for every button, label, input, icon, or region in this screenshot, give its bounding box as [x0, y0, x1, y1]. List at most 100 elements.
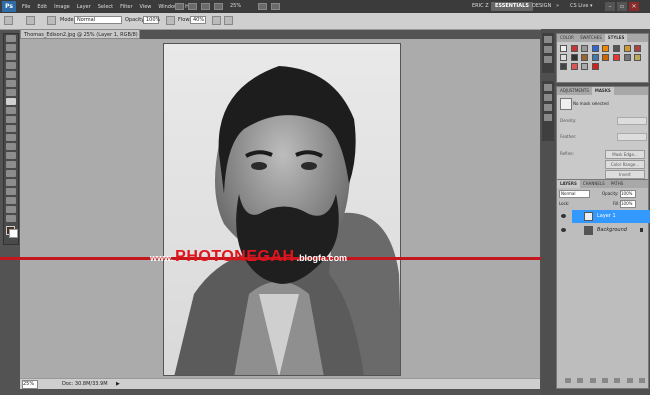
layer-row-selected[interactable]: Layer 1 — [561, 210, 650, 223]
tab-adjustments[interactable]: ADJUSTMENTS — [557, 87, 592, 95]
pressure-opacity-icon[interactable] — [166, 16, 175, 25]
navigator-icon[interactable] — [544, 114, 552, 121]
flow-input[interactable]: 40% — [190, 16, 206, 24]
tab-swatches[interactable]: SWATCHES — [577, 34, 605, 42]
lasso-tool-icon[interactable] — [6, 53, 16, 60]
feather-field[interactable] — [617, 133, 647, 141]
3d-rotate-tool-icon[interactable] — [6, 197, 16, 204]
layers-opacity-input[interactable]: 100% — [620, 190, 636, 198]
menu-file[interactable]: File — [22, 4, 30, 10]
style-swatch[interactable] — [570, 54, 578, 61]
layer-style-icon[interactable] — [577, 378, 584, 383]
style-swatch[interactable] — [570, 45, 578, 52]
style-swatch[interactable] — [591, 63, 599, 70]
brushes-icon[interactable] — [544, 56, 552, 63]
history-brush-tool-icon[interactable] — [6, 116, 16, 123]
style-swatch[interactable] — [612, 54, 620, 61]
document-image[interactable] — [163, 43, 401, 376]
add-mask-icon[interactable] — [589, 378, 596, 383]
dodge-tool-icon[interactable] — [6, 152, 16, 159]
style-swatch[interactable] — [581, 63, 589, 70]
menu-image[interactable]: Image — [54, 4, 70, 10]
workspace-overflow[interactable]: » — [552, 2, 563, 11]
document-tab[interactable]: Thomas_Edison2.jpg @ 25% (Layer 1, RGB/8… — [20, 29, 140, 39]
tab-styles[interactable]: STYLES — [604, 34, 628, 42]
minimize-button[interactable]: – — [605, 2, 615, 11]
path-select-tool-icon[interactable] — [6, 179, 16, 186]
character-icon[interactable] — [544, 84, 552, 91]
style-swatch[interactable] — [623, 54, 631, 61]
style-swatch[interactable] — [560, 54, 567, 61]
brush-tool-icon-active[interactable] — [6, 98, 16, 105]
style-swatch[interactable] — [602, 54, 610, 61]
style-swatch[interactable] — [591, 54, 599, 61]
zoom-icon[interactable] — [214, 3, 223, 10]
cs-live-button[interactable]: CS Live ▾ — [570, 2, 593, 11]
style-swatch[interactable] — [623, 45, 631, 52]
clone-stamp-tool-icon[interactable] — [6, 107, 16, 114]
eraser-tool-icon[interactable] — [6, 125, 16, 132]
move-tool-icon[interactable] — [6, 35, 16, 42]
style-swatch[interactable] — [570, 63, 578, 70]
style-swatch[interactable] — [560, 63, 567, 70]
invert-button[interactable]: Invert — [605, 170, 645, 179]
style-swatch[interactable] — [634, 45, 642, 52]
workspace-ericz[interactable]: ERIC Z — [468, 2, 493, 11]
shape-tool-icon[interactable] — [6, 188, 16, 195]
zoom-level-dropdown[interactable]: 25% — [230, 2, 252, 10]
mini-bridge-icon[interactable] — [188, 3, 197, 10]
quick-select-tool-icon[interactable] — [6, 62, 16, 69]
hand-icon[interactable] — [201, 3, 210, 10]
marquee-tool-icon[interactable] — [6, 44, 16, 51]
status-zoom[interactable]: 25% — [22, 380, 38, 389]
screen-mode-icon[interactable] — [271, 3, 280, 10]
fill-input[interactable]: 100% — [620, 200, 636, 208]
layer-row[interactable]: Background — [561, 224, 650, 237]
grid-icon[interactable] — [258, 3, 267, 10]
style-swatch[interactable] — [612, 45, 620, 52]
menu-view[interactable]: View — [140, 4, 152, 10]
hand-tool-icon[interactable] — [6, 206, 16, 213]
tab-paths[interactable]: PATHS — [608, 180, 627, 188]
history-icon[interactable] — [544, 36, 552, 43]
background-color-swatch[interactable] — [9, 229, 18, 238]
density-field[interactable] — [617, 117, 647, 125]
style-swatch[interactable] — [581, 45, 589, 52]
close-button[interactable]: ✕ — [629, 2, 639, 11]
pressure-size-icon[interactable] — [224, 16, 233, 25]
healing-brush-tool-icon[interactable] — [6, 89, 16, 96]
pen-tool-icon[interactable] — [6, 161, 16, 168]
adjustment-layer-icon[interactable] — [601, 378, 608, 383]
opacity-input[interactable]: 100% — [143, 16, 160, 24]
paragraph-icon[interactable] — [544, 94, 552, 101]
mode-select[interactable]: Normal — [74, 16, 122, 24]
tab-layers[interactable]: LAYERS — [557, 180, 580, 188]
trash-icon[interactable] — [638, 378, 645, 383]
color-range-button[interactable]: Color Range... — [605, 160, 645, 169]
info-icon[interactable] — [544, 104, 552, 111]
tab-masks[interactable]: MASKS — [591, 87, 614, 95]
new-group-icon[interactable] — [614, 378, 621, 383]
style-swatch[interactable] — [634, 54, 642, 61]
link-layers-icon[interactable] — [565, 378, 571, 383]
brush-size-icon[interactable] — [26, 16, 35, 25]
type-tool-icon[interactable] — [6, 170, 16, 177]
bridge-icon[interactable] — [175, 3, 184, 10]
style-swatch[interactable] — [581, 54, 589, 61]
airbrush-icon[interactable] — [212, 16, 221, 25]
style-swatch[interactable] — [560, 45, 567, 52]
style-swatch[interactable] — [591, 45, 599, 52]
eye-icon[interactable] — [561, 214, 566, 218]
menu-filter[interactable]: Filter — [120, 4, 132, 10]
gradient-tool-icon[interactable] — [6, 134, 16, 141]
brush-panel-icon[interactable] — [47, 16, 56, 25]
menu-select[interactable]: Select — [98, 4, 113, 10]
crop-tool-icon[interactable] — [6, 71, 16, 78]
blur-tool-icon[interactable] — [6, 143, 16, 150]
eyedropper-tool-icon[interactable] — [6, 80, 16, 87]
maximize-button[interactable]: ▫ — [617, 2, 627, 11]
style-swatch[interactable] — [602, 45, 610, 52]
zoom-tool-icon[interactable] — [6, 215, 16, 222]
eye-icon[interactable] — [561, 228, 566, 232]
workspace-essentials[interactable]: ESSENTIALS — [491, 2, 533, 11]
